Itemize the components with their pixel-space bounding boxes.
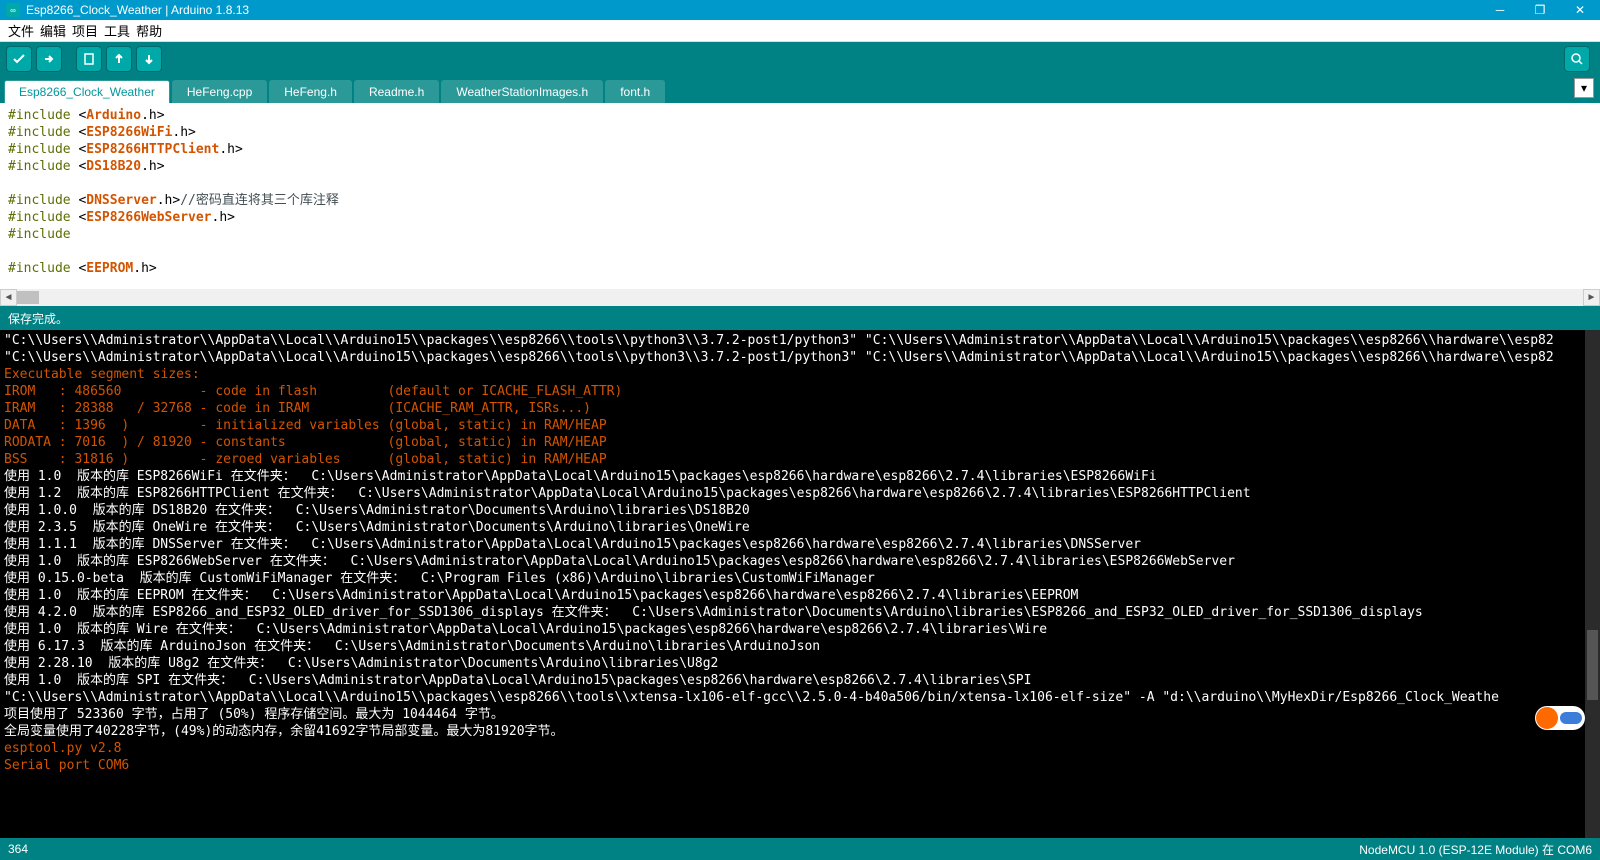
tab-bar: Esp8266_Clock_WeatherHeFeng.cppHeFeng.hR… <box>0 76 1600 103</box>
menu-help[interactable]: 帮助 <box>136 21 162 40</box>
status-strip: 保存完成。 <box>0 306 1600 330</box>
console-vertical-scrollbar[interactable] <box>1585 330 1600 838</box>
tab-hefeng-cpp[interactable]: HeFeng.cpp <box>172 80 267 103</box>
open-button[interactable] <box>106 46 132 72</box>
scroll-track[interactable] <box>17 289 1583 306</box>
status-message: 保存完成。 <box>8 310 68 327</box>
scroll-right-icon[interactable]: ► <box>1583 289 1600 306</box>
save-button[interactable] <box>136 46 162 72</box>
verify-button[interactable] <box>6 46 32 72</box>
menu-file[interactable]: 文件 <box>8 21 34 40</box>
line-number: 364 <box>8 842 28 856</box>
serial-monitor-button[interactable] <box>1564 46 1590 72</box>
ime-float-icon[interactable] <box>1535 706 1585 730</box>
maximize-button[interactable]: ❐ <box>1520 0 1560 20</box>
menu-bar: 文件 编辑 项目 工具 帮助 <box>0 20 1600 42</box>
scroll-left-icon[interactable]: ◄ <box>0 289 17 306</box>
tab-readme-h[interactable]: Readme.h <box>354 80 439 103</box>
menu-project[interactable]: 项目 <box>72 21 98 40</box>
menu-edit[interactable]: 编辑 <box>40 21 66 40</box>
editor-horizontal-scrollbar[interactable]: ◄ ► <box>0 289 1600 306</box>
bottom-status-bar: 364 NodeMCU 1.0 (ESP-12E Module) 在 COM6 <box>0 838 1600 860</box>
board-info: NodeMCU 1.0 (ESP-12E Module) 在 COM6 <box>1359 841 1592 858</box>
output-console[interactable]: "C:\\Users\\Administrator\\AppData\\Loca… <box>0 330 1600 838</box>
tab-font-h[interactable]: font.h <box>605 80 665 103</box>
ime-badge-icon <box>1536 707 1558 729</box>
window-title: Esp8266_Clock_Weather | Arduino 1.8.13 <box>26 3 1480 17</box>
scroll-thumb[interactable] <box>17 291 39 304</box>
tab-esp8266-clock-weather[interactable]: Esp8266_Clock_Weather <box>4 80 170 103</box>
tab-weatherstationimages-h[interactable]: WeatherStationImages.h <box>441 80 603 103</box>
tab-dropdown-icon[interactable]: ▾ <box>1574 78 1594 98</box>
ime-toggle-icon <box>1560 712 1582 724</box>
menu-tools[interactable]: 工具 <box>104 21 130 40</box>
upload-button[interactable] <box>36 46 62 72</box>
minimize-button[interactable]: ─ <box>1480 0 1520 20</box>
console-scroll-thumb[interactable] <box>1587 630 1598 700</box>
new-button[interactable] <box>76 46 102 72</box>
title-bar: ∞ Esp8266_Clock_Weather | Arduino 1.8.13… <box>0 0 1600 20</box>
code-editor[interactable]: #include <Arduino.h> #include <ESP8266Wi… <box>0 103 1600 289</box>
app-logo-icon: ∞ <box>6 3 20 17</box>
close-button[interactable]: ✕ <box>1560 0 1600 20</box>
toolbar <box>0 42 1600 76</box>
tab-hefeng-h[interactable]: HeFeng.h <box>269 80 352 103</box>
